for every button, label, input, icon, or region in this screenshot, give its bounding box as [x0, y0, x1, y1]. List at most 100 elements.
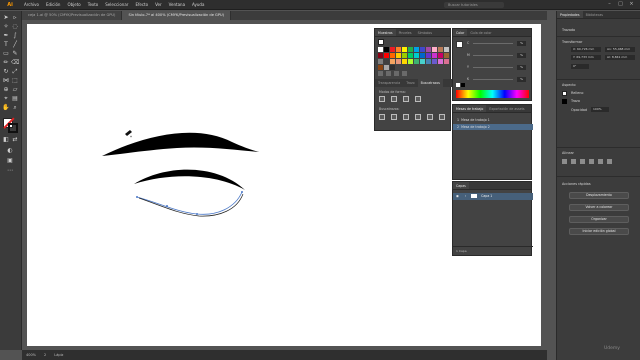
- swatch[interactable]: [438, 47, 443, 52]
- tab-mesas-trabajo[interactable]: Mesas de trabajo: [453, 105, 487, 112]
- channel-k[interactable]: K %: [467, 76, 529, 82]
- swatch[interactable]: [396, 53, 401, 58]
- menu-archivo[interactable]: Archivo: [24, 2, 39, 7]
- menu-efecto[interactable]: Efecto: [135, 2, 148, 7]
- hand-tool-icon[interactable]: ✋: [2, 104, 10, 112]
- close-icon[interactable]: ×: [628, 1, 635, 8]
- arrange-button[interactable]: Organizar: [569, 216, 629, 223]
- tab-exportacion-assets[interactable]: Exportación de assets: [486, 105, 527, 112]
- scale-tool-icon[interactable]: ⤢: [11, 68, 19, 76]
- more-tools-icon[interactable]: ⋯: [6, 167, 14, 175]
- swatch[interactable]: [438, 53, 443, 58]
- stroke-swatch[interactable]: [8, 123, 18, 133]
- minus-front-icon[interactable]: [391, 96, 397, 102]
- merge-icon[interactable]: [403, 114, 409, 120]
- artboard-row[interactable]: 2 Mesa de trabajo 2: [453, 124, 533, 130]
- selection-tool-icon[interactable]: ➤: [2, 14, 10, 22]
- swatch[interactable]: [426, 47, 431, 52]
- swatch[interactable]: [408, 59, 413, 64]
- color-fill-indicator[interactable]: [456, 41, 463, 48]
- line-tool-icon[interactable]: ╱: [11, 41, 19, 49]
- delete-swatch-icon[interactable]: [402, 71, 407, 76]
- swatch[interactable]: [408, 53, 413, 58]
- y-field[interactable]: Y: 69,733 mm: [571, 55, 601, 60]
- swatch[interactable]: [390, 65, 395, 70]
- maximize-icon[interactable]: □: [617, 1, 624, 8]
- align-hcenter-icon[interactable]: [571, 159, 576, 164]
- swatch[interactable]: [402, 59, 407, 64]
- zoom-level[interactable]: 400%: [26, 350, 36, 360]
- swatch[interactable]: [378, 65, 383, 70]
- align-vcenter-icon[interactable]: [598, 159, 603, 164]
- align-left-icon[interactable]: [562, 159, 567, 164]
- outline-icon[interactable]: [427, 114, 433, 120]
- minimize-icon[interactable]: –: [606, 1, 613, 8]
- tab-guia-color[interactable]: Guía de color: [467, 29, 494, 36]
- channel-m[interactable]: M %: [467, 52, 529, 58]
- swatch[interactable]: [414, 59, 419, 64]
- swatch[interactable]: [378, 59, 383, 64]
- x-field[interactable]: X: 60,726 mm: [571, 47, 601, 52]
- menu-ver[interactable]: Ver: [155, 2, 162, 7]
- swatch[interactable]: [390, 59, 395, 64]
- menu-edicion[interactable]: Edición: [46, 2, 60, 7]
- artboard-number[interactable]: 2: [44, 350, 46, 360]
- free-transform-tool-icon[interactable]: ⬚: [11, 77, 19, 85]
- tab-capas[interactable]: Capas: [453, 182, 469, 189]
- swap-colors-icon[interactable]: ⇄: [11, 136, 19, 144]
- zoom-tool-icon[interactable]: ⌕: [11, 104, 19, 112]
- layer-row[interactable]: ◉ › Capa 1: [453, 193, 533, 200]
- menu-ventana[interactable]: Ventana: [169, 2, 185, 7]
- magic-wand-tool-icon[interactable]: ✧: [2, 23, 10, 31]
- swatch[interactable]: [390, 47, 395, 52]
- new-group-icon[interactable]: [386, 71, 391, 76]
- tab-bibliotecas[interactable]: Bibliotecas: [583, 11, 606, 18]
- curvature-tool-icon[interactable]: ∫: [11, 32, 19, 40]
- align-right-icon[interactable]: [580, 159, 585, 164]
- swatch[interactable]: [384, 65, 389, 70]
- offset-path-button[interactable]: Desplazamiento: [569, 192, 629, 199]
- swatch[interactable]: [444, 59, 449, 64]
- swatch[interactable]: [426, 53, 431, 58]
- channel-c[interactable]: C %: [467, 40, 529, 46]
- rotate-tool-icon[interactable]: ↻: [2, 68, 10, 76]
- swatch[interactable]: [432, 47, 437, 52]
- direct-selection-tool-icon[interactable]: ▹: [11, 14, 19, 22]
- align-top-icon[interactable]: [589, 159, 594, 164]
- swatch[interactable]: [414, 53, 419, 58]
- tab-simbolos[interactable]: Símbolos: [415, 29, 435, 36]
- swatch[interactable]: [384, 53, 389, 58]
- swatch[interactable]: [420, 47, 425, 52]
- swatch[interactable]: [384, 59, 389, 64]
- default-colors-icon[interactable]: ◧: [2, 136, 10, 144]
- swatch[interactable]: [414, 47, 419, 52]
- new-swatch-icon[interactable]: [394, 71, 399, 76]
- width-field[interactable]: An: 55,468 mm: [605, 47, 635, 52]
- draw-mode-icon[interactable]: ◐: [6, 147, 14, 155]
- stroke-color-chip[interactable]: [562, 99, 567, 104]
- artboard-row[interactable]: 1 Mesa de trabajo 1: [453, 117, 533, 123]
- channel-y[interactable]: Y %: [467, 64, 529, 70]
- swatch[interactable]: [432, 59, 437, 64]
- tab-buscatrazos[interactable]: Buscatrazos: [417, 79, 443, 87]
- rectangle-tool-icon[interactable]: ▭: [2, 50, 10, 58]
- gradient-tool-icon[interactable]: ▤: [11, 95, 19, 103]
- swatch[interactable]: [402, 53, 407, 58]
- menu-texto[interactable]: Texto: [88, 2, 99, 7]
- swatch[interactable]: [402, 47, 407, 52]
- swatch[interactable]: [438, 59, 443, 64]
- menu-seleccionar[interactable]: Seleccionar: [105, 2, 128, 7]
- white-chip[interactable]: [456, 83, 460, 87]
- recolor-button[interactable]: Volver a colorear: [569, 204, 629, 211]
- swatch[interactable]: [390, 53, 395, 58]
- rotation-field[interactable]: 0°: [571, 64, 589, 69]
- pen-tool-icon[interactable]: ✒: [2, 32, 10, 40]
- swatch[interactable]: [420, 53, 425, 58]
- minus-back-icon[interactable]: [439, 114, 445, 120]
- swatch[interactable]: [384, 47, 389, 52]
- align-bottom-icon[interactable]: [607, 159, 612, 164]
- swatch[interactable]: [444, 47, 449, 52]
- swatch[interactable]: [426, 59, 431, 64]
- divide-icon[interactable]: [379, 114, 385, 120]
- opacity-field[interactable]: 100%: [591, 107, 609, 112]
